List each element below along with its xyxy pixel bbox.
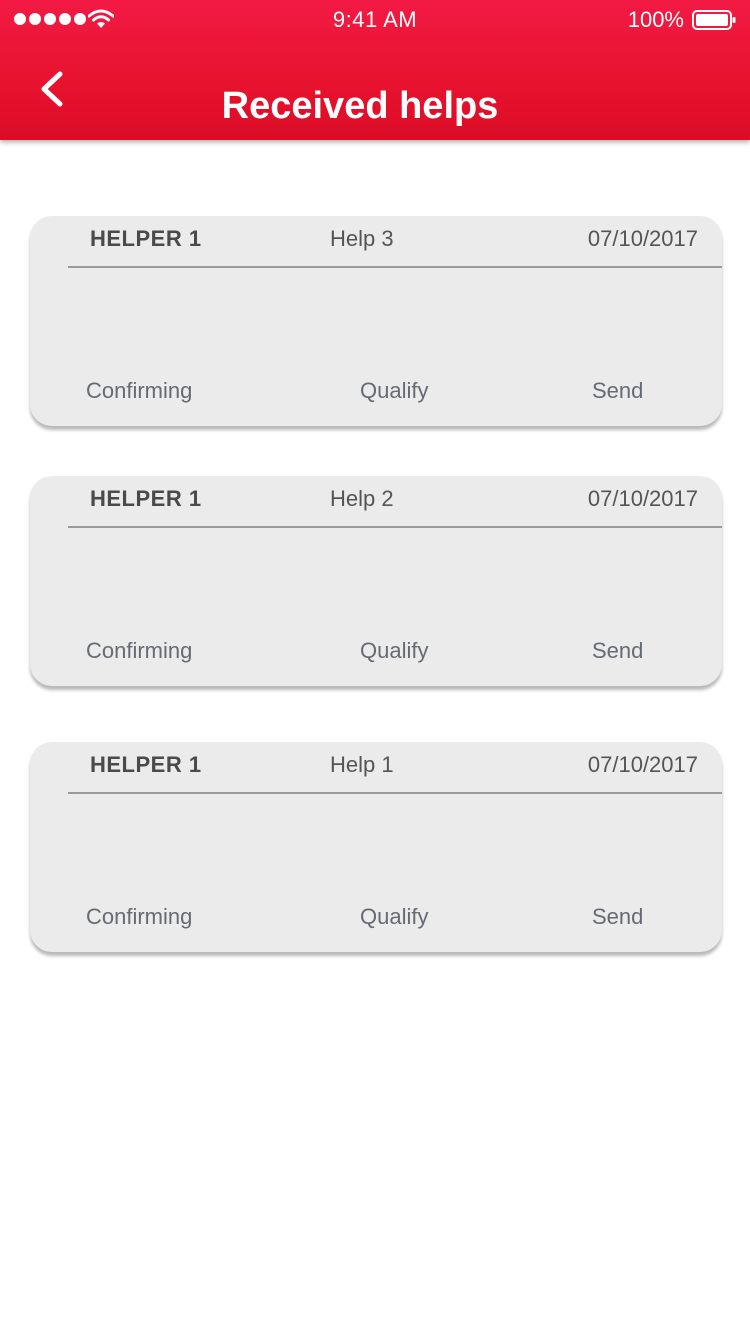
qualify-button[interactable]: Qualify [360,378,428,404]
help-title: Help 2 [330,486,394,511]
helper-name: HELPER 1 [90,486,202,511]
confirming-button[interactable]: Confirming [86,904,192,930]
card-divider [68,792,722,794]
help-card[interactable]: HELPER 1 Help 2 07/10/2017 Confirming Qu… [30,476,722,686]
confirming-button[interactable]: Confirming [86,378,192,404]
qualify-button[interactable]: Qualify [360,638,428,664]
navigation-header: 9:41 AM 100% Received helps [0,0,750,140]
battery-icon [692,10,736,30]
battery-percentage: 100% [627,7,684,32]
page-title: Received helps [221,85,499,127]
helper-name: HELPER 1 [90,752,202,777]
send-button[interactable]: Send [592,638,643,664]
help-date: 07/10/2017 [587,752,698,777]
help-title: Help 3 [330,226,394,251]
card-divider [68,266,722,268]
help-card[interactable]: HELPER 1 Help 3 07/10/2017 Confirming Qu… [30,216,722,426]
help-title: Help 1 [330,752,394,777]
card-divider [68,526,722,528]
help-card[interactable]: HELPER 1 Help 1 07/10/2017 Confirming Qu… [30,742,722,952]
send-button[interactable]: Send [592,904,643,930]
confirming-button[interactable]: Confirming [86,638,192,664]
qualify-button[interactable]: Qualify [360,904,428,930]
send-button[interactable]: Send [592,378,643,404]
help-date: 07/10/2017 [587,226,698,251]
help-date: 07/10/2017 [587,486,698,511]
helper-name: HELPER 1 [90,226,202,251]
status-bar: 9:41 AM 100% [0,0,750,40]
